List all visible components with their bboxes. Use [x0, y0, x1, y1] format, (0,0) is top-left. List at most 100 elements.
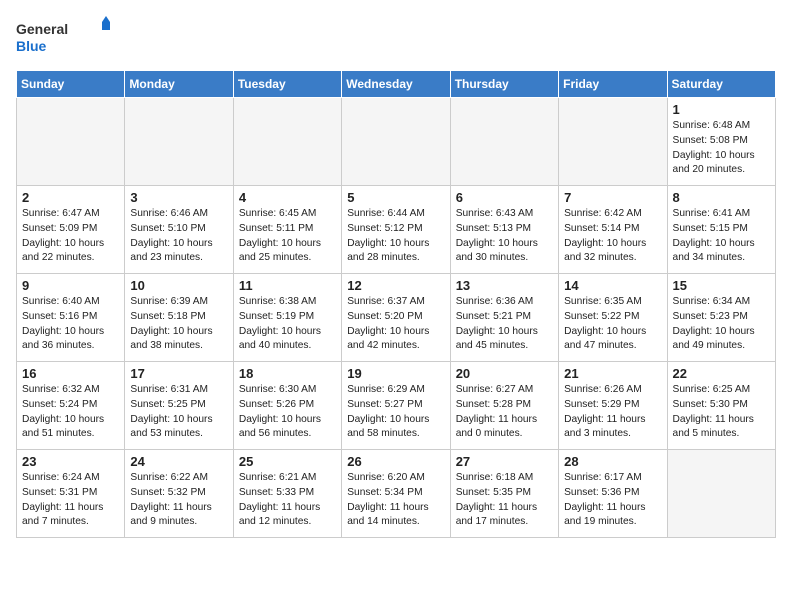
day-info: Sunrise: 6:30 AM Sunset: 5:26 PM Dayligh… — [239, 383, 336, 442]
logo: General Blue — [16, 16, 116, 58]
day-number: 1 — [673, 102, 770, 117]
calendar-cell: 12 Sunrise: 6:37 AM Sunset: 5:20 PM Dayli… — [342, 274, 450, 362]
day-info: Sunrise: 6:18 AM Sunset: 5:35 PM Dayligh… — [456, 471, 553, 530]
day-number: 4 — [239, 190, 336, 205]
day-number: 18 — [239, 366, 336, 381]
day-number: 12 — [347, 278, 444, 293]
day-info: Sunrise: 6:32 AM Sunset: 5:24 PM Dayligh… — [22, 383, 119, 442]
calendar-cell: 9 Sunrise: 6:40 AM Sunset: 5:16 PM Daylig… — [17, 274, 125, 362]
day-number: 28 — [564, 454, 661, 469]
day-number: 22 — [673, 366, 770, 381]
day-info: Sunrise: 6:21 AM Sunset: 5:33 PM Dayligh… — [239, 471, 336, 530]
calendar-cell: 22 Sunrise: 6:25 AM Sunset: 5:30 PM Dayli… — [667, 362, 775, 450]
day-number: 2 — [22, 190, 119, 205]
day-info: Sunrise: 6:22 AM Sunset: 5:32 PM Dayligh… — [130, 471, 227, 530]
day-number: 15 — [673, 278, 770, 293]
day-header-wednesday: Wednesday — [342, 71, 450, 98]
day-number: 19 — [347, 366, 444, 381]
day-info: Sunrise: 6:40 AM Sunset: 5:16 PM Dayligh… — [22, 295, 119, 354]
day-number: 16 — [22, 366, 119, 381]
calendar-cell — [342, 98, 450, 186]
day-info: Sunrise: 6:29 AM Sunset: 5:27 PM Dayligh… — [347, 383, 444, 442]
day-number: 3 — [130, 190, 227, 205]
day-header-friday: Friday — [559, 71, 667, 98]
day-info: Sunrise: 6:17 AM Sunset: 5:36 PM Dayligh… — [564, 471, 661, 530]
calendar-cell: 19 Sunrise: 6:29 AM Sunset: 5:27 PM Dayli… — [342, 362, 450, 450]
day-info: Sunrise: 6:43 AM Sunset: 5:13 PM Dayligh… — [456, 207, 553, 266]
calendar-cell — [125, 98, 233, 186]
calendar-cell: 20 Sunrise: 6:27 AM Sunset: 5:28 PM Dayli… — [450, 362, 558, 450]
day-info: Sunrise: 6:37 AM Sunset: 5:20 PM Dayligh… — [347, 295, 444, 354]
calendar-cell — [17, 98, 125, 186]
day-info: Sunrise: 6:20 AM Sunset: 5:34 PM Dayligh… — [347, 471, 444, 530]
day-info: Sunrise: 6:25 AM Sunset: 5:30 PM Dayligh… — [673, 383, 770, 442]
day-info: Sunrise: 6:48 AM Sunset: 5:08 PM Dayligh… — [673, 119, 770, 178]
day-number: 24 — [130, 454, 227, 469]
day-number: 25 — [239, 454, 336, 469]
day-number: 5 — [347, 190, 444, 205]
calendar-cell: 11 Sunrise: 6:38 AM Sunset: 5:19 PM Dayli… — [233, 274, 341, 362]
calendar-cell: 10Sunrise: 6:39 AM Sunset: 5:18 PM Dayli… — [125, 274, 233, 362]
day-info: Sunrise: 6:36 AM Sunset: 5:21 PM Dayligh… — [456, 295, 553, 354]
calendar-cell: 7 Sunrise: 6:42 AM Sunset: 5:14 PM Daylig… — [559, 186, 667, 274]
calendar-cell: 5 Sunrise: 6:44 AM Sunset: 5:12 PM Daylig… — [342, 186, 450, 274]
calendar-cell: 26 Sunrise: 6:20 AM Sunset: 5:34 PM Dayli… — [342, 450, 450, 538]
day-header-sunday: Sunday — [17, 71, 125, 98]
calendar-cell — [233, 98, 341, 186]
calendar-cell — [667, 450, 775, 538]
logo-svg: General Blue — [16, 16, 116, 58]
calendar-cell: 18 Sunrise: 6:30 AM Sunset: 5:26 PM Dayli… — [233, 362, 341, 450]
day-number: 26 — [347, 454, 444, 469]
calendar-cell: 3 Sunrise: 6:46 AM Sunset: 5:10 PM Daylig… — [125, 186, 233, 274]
calendar-cell: 13Sunrise: 6:36 AM Sunset: 5:21 PM Dayli… — [450, 274, 558, 362]
day-number: 7 — [564, 190, 661, 205]
day-number: 9 — [22, 278, 119, 293]
calendar-cell: 6 Sunrise: 6:43 AM Sunset: 5:13 PM Daylig… — [450, 186, 558, 274]
day-number: 27 — [456, 454, 553, 469]
svg-text:General: General — [16, 21, 68, 37]
day-info: Sunrise: 6:26 AM Sunset: 5:29 PM Dayligh… — [564, 383, 661, 442]
calendar-cell: 21Sunrise: 6:26 AM Sunset: 5:29 PM Dayli… — [559, 362, 667, 450]
day-info: Sunrise: 6:42 AM Sunset: 5:14 PM Dayligh… — [564, 207, 661, 266]
calendar-cell: 27 Sunrise: 6:18 AM Sunset: 5:35 PM Dayli… — [450, 450, 558, 538]
calendar-cell: 1 Sunrise: 6:48 AM Sunset: 5:08 PM Daylig… — [667, 98, 775, 186]
day-info: Sunrise: 6:27 AM Sunset: 5:28 PM Dayligh… — [456, 383, 553, 442]
day-header-saturday: Saturday — [667, 71, 775, 98]
calendar-cell: 15 Sunrise: 6:34 AM Sunset: 5:23 PM Dayli… — [667, 274, 775, 362]
day-number: 8 — [673, 190, 770, 205]
day-header-monday: Monday — [125, 71, 233, 98]
calendar-cell: 14 Sunrise: 6:35 AM Sunset: 5:22 PM Dayli… — [559, 274, 667, 362]
calendar-cell: 4 Sunrise: 6:45 AM Sunset: 5:11 PM Daylig… — [233, 186, 341, 274]
day-info: Sunrise: 6:41 AM Sunset: 5:15 PM Dayligh… — [673, 207, 770, 266]
svg-text:Blue: Blue — [16, 38, 47, 54]
calendar-cell: 8 Sunrise: 6:41 AM Sunset: 5:15 PM Daylig… — [667, 186, 775, 274]
day-info: Sunrise: 6:35 AM Sunset: 5:22 PM Dayligh… — [564, 295, 661, 354]
calendar-cell: 17 Sunrise: 6:31 AM Sunset: 5:25 PM Dayli… — [125, 362, 233, 450]
day-info: Sunrise: 6:44 AM Sunset: 5:12 PM Dayligh… — [347, 207, 444, 266]
header: General Blue — [16, 16, 776, 58]
day-number: 6 — [456, 190, 553, 205]
day-number: 20 — [456, 366, 553, 381]
calendar-cell — [450, 98, 558, 186]
day-info: Sunrise: 6:34 AM Sunset: 5:23 PM Dayligh… — [673, 295, 770, 354]
day-info: Sunrise: 6:39 AM Sunset: 5:18 PM Dayligh… — [130, 295, 227, 354]
calendar-table: SundayMondayTuesdayWednesdayThursdayFrid… — [16, 70, 776, 538]
calendar-cell: 24 Sunrise: 6:22 AM Sunset: 5:32 PM Dayli… — [125, 450, 233, 538]
day-info: Sunrise: 6:47 AM Sunset: 5:09 PM Dayligh… — [22, 207, 119, 266]
day-header-tuesday: Tuesday — [233, 71, 341, 98]
calendar-cell: 28 Sunrise: 6:17 AM Sunset: 5:36 PM Dayli… — [559, 450, 667, 538]
calendar-cell: 25 Sunrise: 6:21 AM Sunset: 5:33 PM Dayli… — [233, 450, 341, 538]
day-info: Sunrise: 6:38 AM Sunset: 5:19 PM Dayligh… — [239, 295, 336, 354]
day-number: 23 — [22, 454, 119, 469]
day-info: Sunrise: 6:24 AM Sunset: 5:31 PM Dayligh… — [22, 471, 119, 530]
calendar-cell: 16 Sunrise: 6:32 AM Sunset: 5:24 PM Dayli… — [17, 362, 125, 450]
day-number: 11 — [239, 278, 336, 293]
day-header-thursday: Thursday — [450, 71, 558, 98]
day-number: 14 — [564, 278, 661, 293]
day-info: Sunrise: 6:31 AM Sunset: 5:25 PM Dayligh… — [130, 383, 227, 442]
calendar-cell: 2 Sunrise: 6:47 AM Sunset: 5:09 PM Daylig… — [17, 186, 125, 274]
day-info: Sunrise: 6:46 AM Sunset: 5:10 PM Dayligh… — [130, 207, 227, 266]
day-number: 17 — [130, 366, 227, 381]
calendar-cell: 23 Sunrise: 6:24 AM Sunset: 5:31 PM Dayli… — [17, 450, 125, 538]
day-info: Sunrise: 6:45 AM Sunset: 5:11 PM Dayligh… — [239, 207, 336, 266]
